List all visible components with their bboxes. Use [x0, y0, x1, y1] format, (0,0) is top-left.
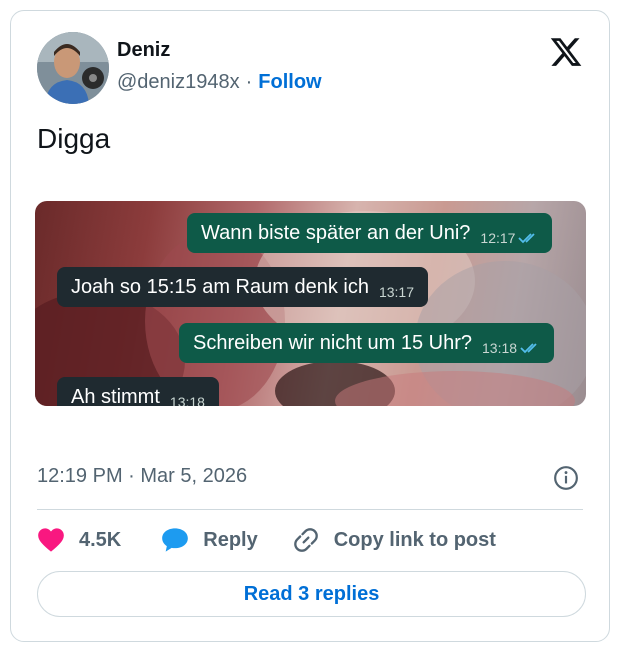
message-time: 12:17 [480, 230, 516, 246]
media-image[interactable]: Wann biste später an der Uni? 12:17 Joah… [35, 201, 586, 406]
chat-bubble-outgoing: Wann biste später an der Uni? 12:17 [187, 213, 553, 253]
message-meta: 13:17 [379, 284, 414, 300]
author-handle-row: @deniz1948x · Follow [117, 71, 322, 94]
reply-label: Reply [203, 528, 258, 551]
avatar[interactable] [37, 32, 109, 104]
message-time: 13:17 [378, 284, 414, 300]
message-meta: 13:18 [170, 394, 205, 406]
tweet-timestamp[interactable]: 12:19 PM · Mar 5, 2026 [37, 465, 247, 488]
double-check-icon [520, 343, 537, 354]
divider [37, 509, 583, 510]
chat-bubble-incoming: Ah stimmt 13:18 [57, 377, 219, 406]
chat-bubble-incoming: Joah so 15:15 am Raum denk ich 13:17 [57, 267, 428, 307]
read-replies-button[interactable]: Read 3 replies [37, 571, 586, 617]
separator-dot: · [245, 71, 253, 93]
message-text: Ah stimmt [71, 385, 160, 407]
action-bar: 4.5K Reply Copy link to post [37, 525, 496, 555]
info-icon[interactable] [553, 465, 579, 491]
follow-link[interactable]: Follow [258, 71, 321, 94]
message-text: Joah so 15:15 am Raum denk ich [71, 275, 369, 298]
message-time: 13:18 [482, 340, 518, 356]
heart-icon [38, 528, 64, 552]
author-handle[interactable]: @deniz1948x [117, 71, 240, 94]
chat-bubble-outgoing: Schreiben wir nicht um 15 Uhr? 13:18 [179, 323, 555, 363]
speech-bubble-icon [162, 528, 189, 552]
tweet-text: Digga [37, 123, 111, 154]
message-meta: 12:17 [480, 230, 538, 246]
copy-link-label: Copy link to post [333, 528, 496, 551]
link-icon [293, 528, 318, 552]
message-time: 13:18 [169, 394, 205, 406]
author-name[interactable]: Deniz [117, 39, 170, 62]
message-meta: 13:18 [482, 340, 540, 356]
reply-button[interactable]: Reply [161, 527, 258, 553]
message-text: Wann biste später an der Uni? [201, 221, 471, 244]
like-count: 4.5K [79, 528, 122, 551]
like-button[interactable]: 4.5K [37, 527, 121, 553]
tweet-card: Deniz @deniz1948x · Follow Digga Wann bi… [10, 10, 610, 642]
double-check-icon [518, 233, 536, 244]
message-text: Schreiben wir nicht um 15 Uhr? [193, 331, 473, 354]
copy-link-button[interactable]: Copy link to post [292, 526, 496, 554]
x-logo-icon[interactable] [549, 35, 583, 69]
